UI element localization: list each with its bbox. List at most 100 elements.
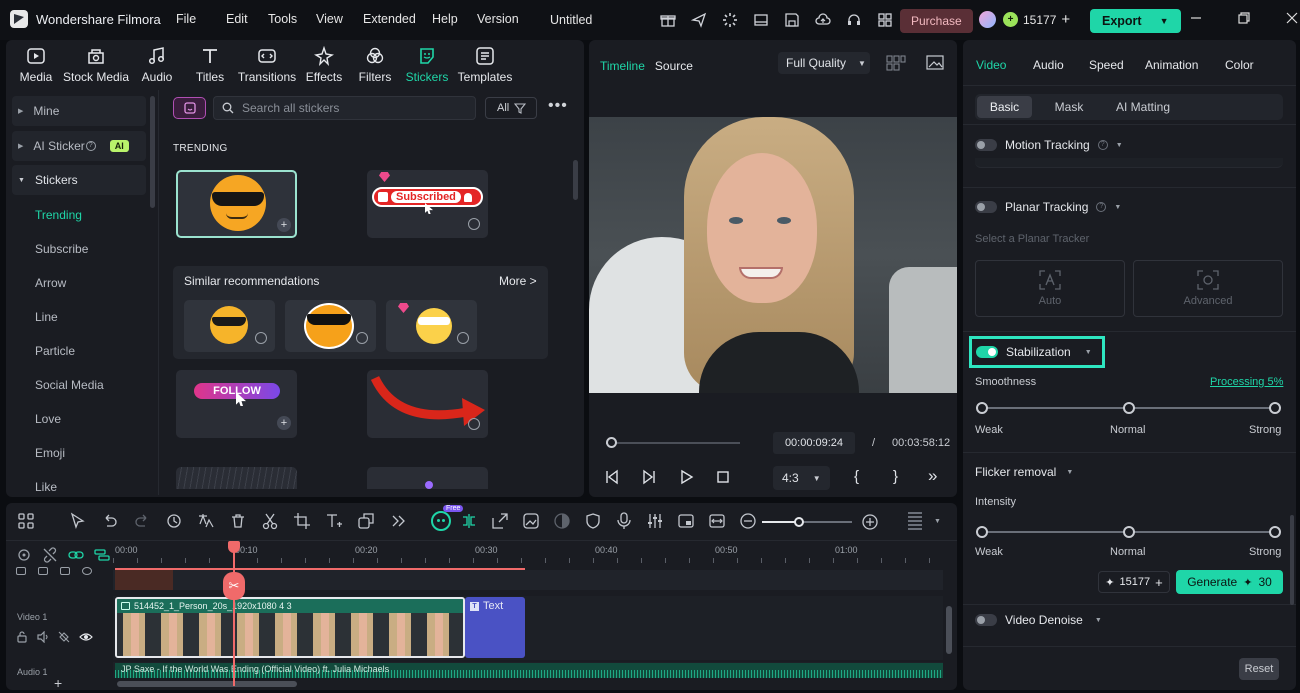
avatar[interactable]: [979, 11, 996, 28]
playback-progress[interactable]: [606, 437, 740, 448]
gift-icon[interactable]: [660, 12, 676, 28]
similar-sticker-1[interactable]: [184, 300, 275, 352]
planar-tracking-row[interactable]: Planar Tracking ? ▼: [975, 200, 1121, 214]
undo-icon[interactable]: [101, 512, 119, 530]
sidebar-item-stickers[interactable]: ▼ Stickers: [12, 165, 146, 195]
download-icon[interactable]: [356, 332, 368, 344]
help-circle-icon[interactable]: ?: [85, 141, 96, 151]
stabilization-row[interactable]: Stabilization ▼: [969, 336, 1105, 368]
download-icon[interactable]: [468, 218, 480, 230]
minimize-icon[interactable]: [1190, 12, 1202, 24]
category-emoji[interactable]: Emoji: [35, 446, 146, 460]
credits-badge[interactable]: + 15177 +: [1003, 11, 1070, 28]
category-line[interactable]: Line: [35, 310, 146, 324]
tab-speed[interactable]: Speed: [1089, 58, 1145, 72]
category-subscribe[interactable]: Subscribe: [35, 242, 146, 256]
tab-video[interactable]: Video: [976, 58, 1033, 72]
shape-icon[interactable]: [357, 512, 375, 530]
shield-icon[interactable]: [584, 512, 602, 530]
tab-audio[interactable]: Audio: [1033, 58, 1089, 72]
subtab-basic[interactable]: Basic: [977, 96, 1032, 118]
tab-filters[interactable]: Filters: [352, 46, 398, 84]
reset-button[interactable]: Reset: [1239, 658, 1279, 680]
caret-down-icon[interactable]: ▼: [1066, 469, 1073, 476]
export-button[interactable]: Export ▼: [1090, 9, 1181, 33]
smoothness-slider[interactable]: [976, 402, 1281, 414]
export-clip-icon[interactable]: [491, 512, 509, 530]
flicker-removal-row[interactable]: Flicker removal ▼: [975, 465, 1073, 479]
generate-button[interactable]: Generate ✦ 30: [1176, 570, 1283, 594]
video-preview[interactable]: [589, 117, 957, 393]
slider-stop-weak[interactable]: [976, 526, 988, 538]
menu-version[interactable]: Version: [477, 12, 519, 26]
sidebar-item-ai-sticker[interactable]: ▶ AI Sticker ? AI: [12, 131, 146, 161]
play-icon[interactable]: [678, 469, 694, 485]
more-options-icon[interactable]: •••: [548, 98, 568, 114]
stickers-scrollbar[interactable]: [573, 160, 578, 200]
ai-assistant-button[interactable]: [431, 511, 451, 531]
loading-icon[interactable]: [722, 12, 738, 28]
speaker-icon[interactable]: [38, 567, 48, 575]
category-particle[interactable]: Particle: [35, 344, 146, 358]
next-frame-icon[interactable]: [641, 469, 657, 485]
tab-animation[interactable]: Animation: [1145, 58, 1225, 72]
tab-stickers[interactable]: Stickers: [398, 46, 456, 84]
subtab-mask[interactable]: Mask: [1032, 96, 1106, 118]
smoothness-knob[interactable]: [1122, 402, 1135, 414]
add-sticker-icon[interactable]: +: [277, 416, 291, 430]
apps-grid-icon[interactable]: [877, 12, 893, 28]
layout-icon[interactable]: [753, 12, 769, 28]
sticker-subscribed[interactable]: Subscribed: [367, 170, 488, 238]
picture-in-picture-icon[interactable]: [677, 512, 695, 530]
lock-icon[interactable]: [16, 631, 28, 643]
menu-help[interactable]: Help: [432, 12, 477, 26]
download-icon[interactable]: [468, 418, 480, 430]
speed-clock-icon[interactable]: [165, 512, 183, 530]
send-icon[interactable]: [691, 12, 707, 28]
double-chevron-right-icon[interactable]: [389, 512, 407, 530]
intensity-slider[interactable]: [976, 526, 1281, 538]
delete-icon[interactable]: [229, 512, 247, 530]
purchase-button[interactable]: Purchase: [900, 9, 973, 33]
audio-clip[interactable]: JP Saxe - If the World Was Ending (Offic…: [115, 663, 943, 678]
color-match-icon[interactable]: [553, 512, 571, 530]
slider-stop-strong[interactable]: [1269, 402, 1281, 414]
select-cursor-icon[interactable]: [69, 512, 87, 530]
maximize-icon[interactable]: [1238, 12, 1250, 24]
save-icon[interactable]: [784, 12, 800, 28]
tab-color[interactable]: Color: [1225, 58, 1254, 72]
menu-view[interactable]: View: [316, 12, 363, 26]
add-credits-icon[interactable]: +: [1155, 575, 1163, 590]
tab-audio[interactable]: Audio: [132, 46, 182, 84]
zoom-slider-knob[interactable]: [794, 517, 804, 527]
scissors-icon[interactable]: [261, 512, 279, 530]
quality-dropdown[interactable]: Full Quality ▼: [778, 52, 870, 74]
sticker-lines-partial[interactable]: [176, 467, 297, 489]
close-icon[interactable]: [1286, 12, 1298, 24]
speaker-icon[interactable]: [37, 631, 49, 643]
properties-scrollbar[interactable]: [1290, 515, 1294, 605]
tab-effects[interactable]: Effects: [296, 46, 352, 84]
link-icon[interactable]: [68, 547, 84, 563]
caret-down-icon[interactable]: ▼: [1116, 142, 1123, 149]
motion-tracking-row[interactable]: Motion Tracking ? ▼: [975, 138, 1123, 152]
help-circle-icon[interactable]: ?: [1096, 202, 1107, 212]
video-clip[interactable]: 514452_1_Person_20s_1920x1080 4 3: [115, 597, 465, 658]
tab-transitions[interactable]: Transitions: [238, 46, 296, 84]
add-text-icon[interactable]: [325, 512, 343, 530]
similar-sticker-3[interactable]: [386, 300, 477, 352]
snapshot-image-icon[interactable]: [926, 55, 944, 71]
zoom-slider[interactable]: [762, 517, 852, 527]
image-edit-icon[interactable]: [522, 512, 540, 530]
microphone-icon[interactable]: [615, 512, 633, 530]
video-denoise-toggle[interactable]: [975, 614, 997, 626]
aspect-ratio-dropdown[interactable]: 4:3 ▼: [773, 466, 830, 490]
stabilization-toggle[interactable]: [976, 346, 998, 358]
mute-icon[interactable]: [58, 631, 70, 643]
timeline-vertical-scrollbar[interactable]: [946, 606, 952, 654]
mark-in-icon[interactable]: {: [854, 468, 859, 485]
audio-mixer-icon[interactable]: [646, 512, 664, 530]
menu-tools[interactable]: Tools: [268, 12, 316, 26]
layout-grid-icon[interactable]: [17, 512, 35, 530]
slider-stop-weak[interactable]: [976, 402, 988, 414]
